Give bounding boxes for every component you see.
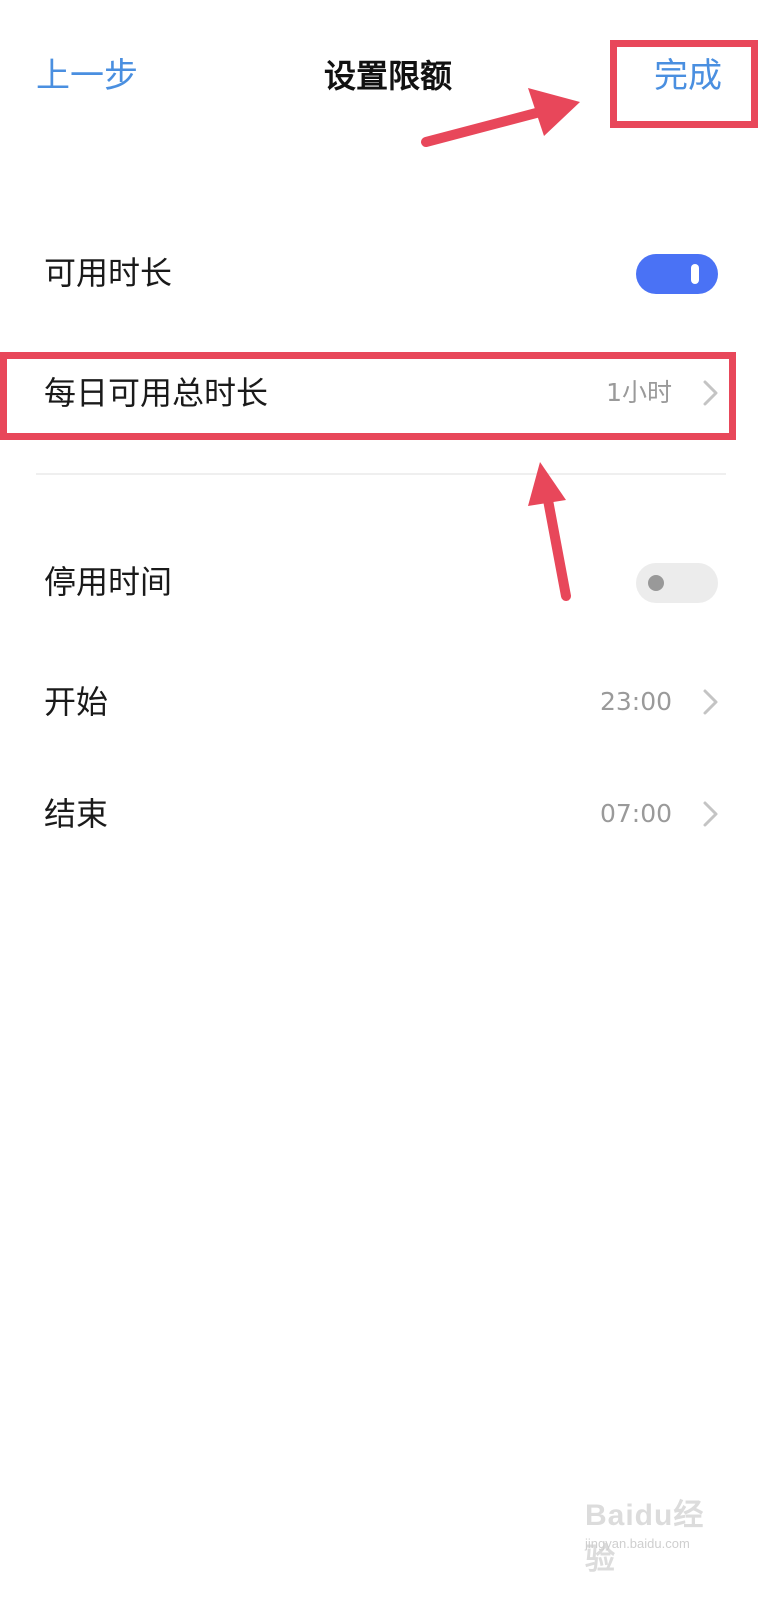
row-available-duration: 可用时长 <box>0 228 776 318</box>
downtime-label: 停用时间 <box>44 563 173 601</box>
daily-total-duration-value: 1小时 <box>606 378 672 407</box>
row-end[interactable]: 结束 07:00 <box>0 769 776 859</box>
nav-header: 上一步 设置限额 完成 <box>0 0 776 150</box>
row-start[interactable]: 开始 23:00 <box>0 657 776 747</box>
downtime-toggle[interactable] <box>636 563 718 603</box>
daily-total-duration-label: 每日可用总时长 <box>44 374 269 412</box>
toggle-knob <box>648 575 664 591</box>
end-label: 结束 <box>44 795 109 833</box>
toggle-knob <box>691 264 699 284</box>
row-daily-total-duration[interactable]: 每日可用总时长 1小时 <box>0 348 776 438</box>
row-downtime: 停用时间 <box>0 537 776 627</box>
available-duration-toggle[interactable] <box>636 254 718 294</box>
watermark-url: jingyan.baidu.com <box>585 1536 690 1551</box>
watermark-brand: Baidu经验 <box>585 1499 705 1576</box>
chevron-right-icon <box>703 689 718 715</box>
baidu-watermark: Baidu经验 jingyan.baidu.com <box>585 1490 735 1576</box>
settings-limit-screen: 上一步 设置限额 完成 可用时长 每日可用总时长 1小时 停用时间 开始 23:… <box>0 0 776 1600</box>
available-duration-label: 可用时长 <box>44 254 173 292</box>
start-time-value: 23:00 <box>599 687 672 716</box>
end-time-value: 07:00 <box>599 799 672 828</box>
section-divider <box>36 473 726 475</box>
start-label: 开始 <box>44 683 109 721</box>
chevron-right-icon <box>703 801 718 827</box>
chevron-right-icon <box>703 380 718 406</box>
done-button[interactable]: 完成 <box>654 52 722 100</box>
